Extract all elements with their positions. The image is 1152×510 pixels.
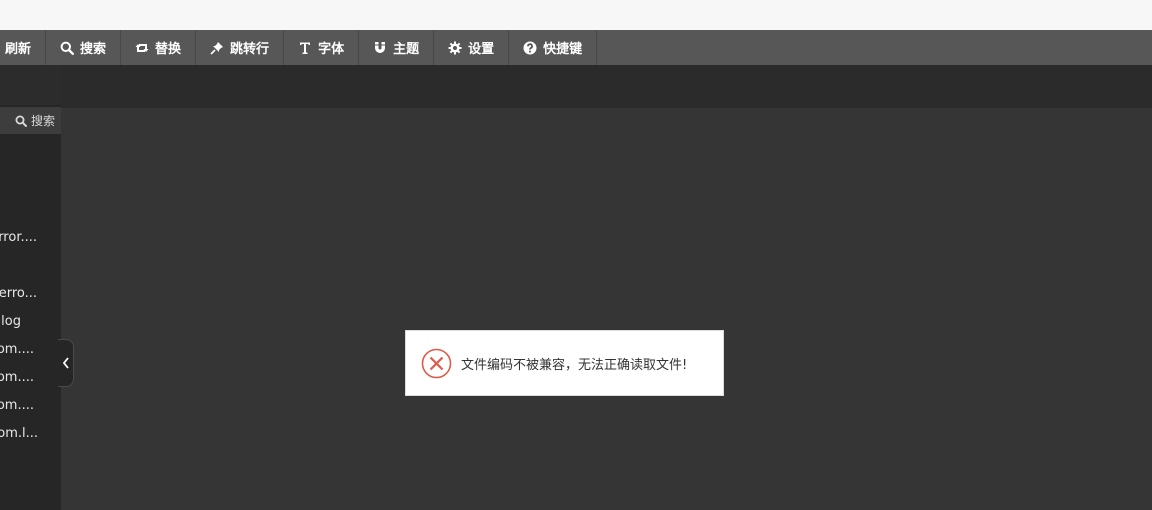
file-item[interactable]: om.... (0, 370, 34, 385)
shortcuts-label: 快捷键 (543, 42, 583, 57)
file-item[interactable]: rror.... (0, 230, 37, 245)
text-icon (298, 41, 312, 55)
goto-line-button[interactable]: 跳转行 (196, 30, 285, 65)
pin-icon (210, 41, 224, 55)
theme-button[interactable]: 主题 (359, 30, 435, 65)
replace-label: 替换 (155, 42, 182, 57)
sidebar-collapse-toggle[interactable] (58, 339, 74, 387)
file-sidebar: 搜索 rror.... erro... log om.... om.... om… (0, 65, 61, 510)
file-item[interactable]: log (0, 314, 21, 329)
replace-button[interactable]: 替换 (121, 30, 197, 65)
editor-tab-bar (61, 65, 1152, 108)
font-label: 字体 (318, 42, 345, 57)
file-list: rror.... erro... log om.... om.... om...… (0, 65, 61, 510)
search-button[interactable]: 搜索 (46, 30, 122, 65)
retweet-icon (135, 41, 149, 55)
file-item[interactable]: erro... (0, 286, 37, 301)
file-item[interactable]: om.l... (0, 426, 38, 441)
search-icon (60, 41, 75, 55)
chevron-left-icon (62, 357, 70, 369)
file-item[interactable]: om.... (0, 342, 34, 357)
search-label: 搜索 (80, 42, 107, 57)
error-toast: 文件编码不被兼容，无法正确读取文件! (405, 330, 724, 396)
theme-label: 主题 (393, 42, 420, 57)
refresh-label: 刷新 (5, 42, 32, 57)
question-icon (523, 41, 537, 55)
error-circle-icon (421, 348, 452, 379)
refresh-button[interactable]: 刷新 (0, 30, 47, 65)
file-item[interactable]: om.... (0, 398, 34, 413)
shortcuts-button[interactable]: 快捷键 (509, 30, 598, 65)
toast-message: 文件编码不被兼容，无法正确读取文件! (461, 357, 688, 373)
magnet-icon (373, 41, 387, 55)
settings-button[interactable]: 设置 (434, 30, 510, 65)
font-button[interactable]: 字体 (284, 30, 360, 65)
browser-top-strip (0, 0, 1152, 30)
goto-line-label: 跳转行 (230, 42, 270, 57)
gear-icon (448, 41, 462, 55)
editor-toolbar: 刷新 搜索 替换 跳转行 字体 主题 设置 快捷键 (0, 30, 1152, 65)
settings-label: 设置 (468, 42, 495, 57)
editor-area[interactable] (61, 108, 1152, 510)
